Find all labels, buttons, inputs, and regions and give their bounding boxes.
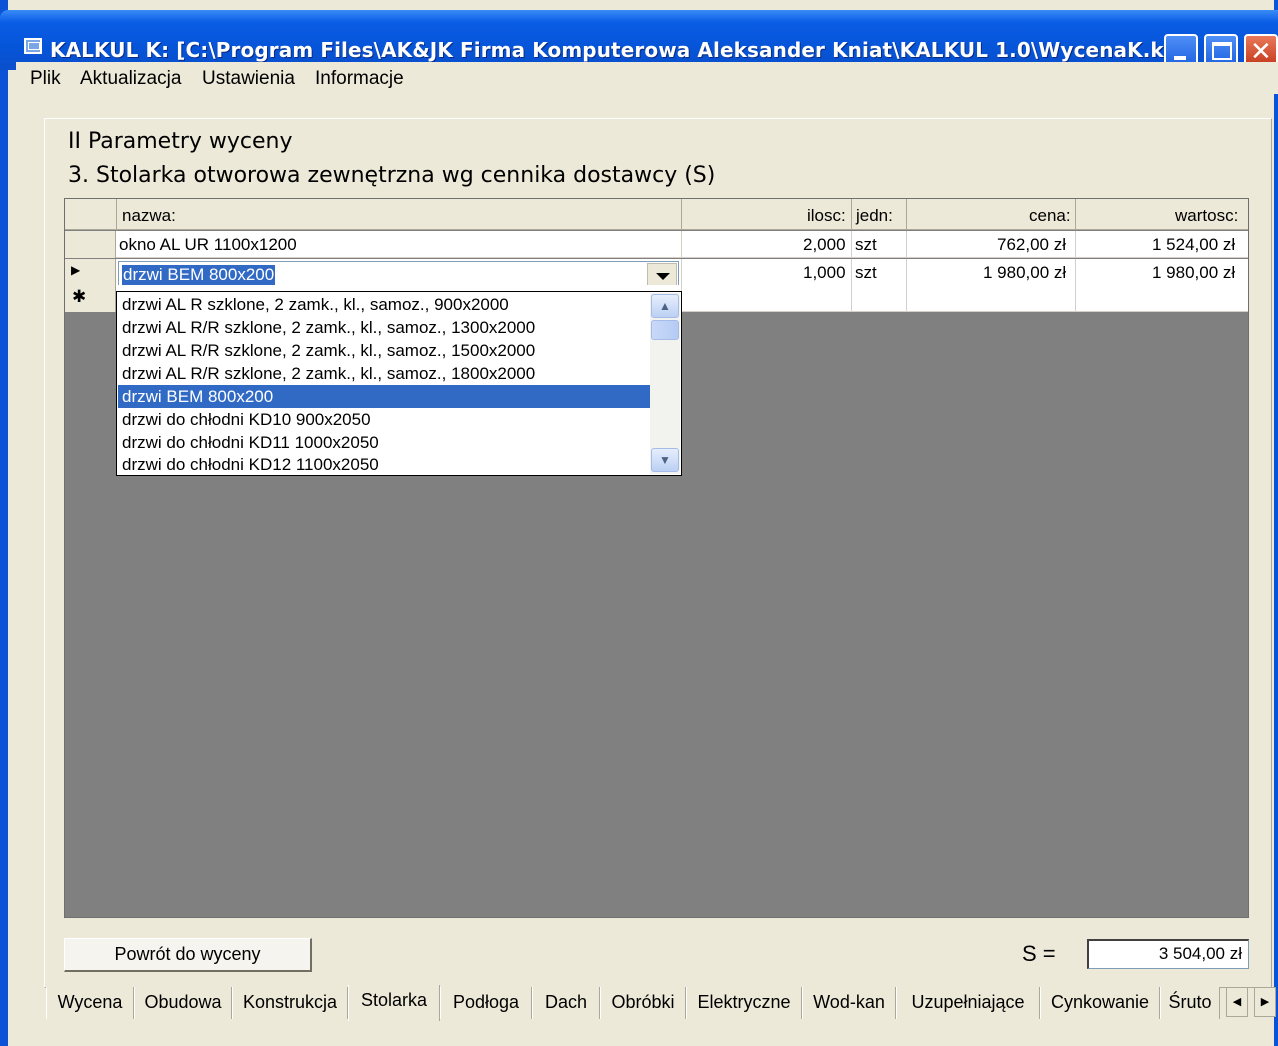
column-header-cena[interactable]: cena: [1029,206,1071,226]
tab-cynkowanie[interactable]: Cynkowanie [1040,987,1160,1019]
dropdown-option-selected[interactable]: drzwi BEM 800x200 [118,385,650,408]
minimize-icon [1174,56,1186,60]
tab-dach[interactable]: Dach [532,987,600,1019]
section-heading: II Parametry wyceny [68,129,293,154]
tab-uzupelniajace[interactable]: Uzupełniające [896,987,1040,1019]
scroll-up-icon[interactable]: ▲ [651,294,679,318]
dropdown-option[interactable]: drzwi do chłodni KD12 1100x2050 [118,453,650,476]
header-divider [116,199,117,230]
sum-value-field: 3 504,00 zł [1087,939,1249,969]
cell-jedn[interactable]: szt [855,263,877,283]
cell-divider [681,259,682,286]
row-selector[interactable]: ▶ [65,259,116,286]
tab-strip: Wycena Obudowa Konstrukcja Stolarka Podł… [44,985,1278,1021]
cell-cena[interactable]: 762,00 zł [997,235,1066,255]
dropdown-option[interactable]: drzwi do chłodni KD10 900x2050 [118,408,650,431]
back-to-valuation-button[interactable]: Powrót do wyceny [64,938,312,972]
cell-divider [906,259,907,286]
tab-scroll-left-icon[interactable]: ◀ [1226,987,1248,1017]
tab-wod-kan[interactable]: Wod-kan [802,987,896,1019]
cell-divider [851,259,852,286]
cell-divider [906,285,907,312]
sum-label: S = [1022,941,1056,966]
cell-divider [1075,231,1076,258]
cell-divider [906,231,907,258]
cell-divider [1075,285,1076,312]
title-bar[interactable]: KALKUL K: [C:\Program Files\AK&JK Firma … [0,10,1278,70]
menu-ustawienia[interactable]: Ustawienia [202,68,295,90]
dropdown-option[interactable]: drzwi do chłodni KD11 1000x2050 [118,431,650,454]
cell-wartosc[interactable]: 1 980,00 zł [1152,263,1235,283]
dropdown-option[interactable]: drzwi AL R/R szklone, 2 zamk., kl., samo… [118,362,650,385]
cell-wartosc[interactable]: 1 524,00 zł [1152,235,1235,255]
header-divider [851,199,852,230]
cell-divider [851,285,852,312]
dropdown-scrollbar[interactable]: ▲ ▼ [650,293,680,474]
row-selector[interactable]: ✱ [65,285,116,312]
tab-stolarka[interactable]: Stolarka [348,985,440,1021]
cell-divider [851,231,852,258]
tab-wycena[interactable]: Wycena [46,987,134,1019]
header-divider [681,199,682,230]
cell-divider [681,231,682,258]
cell-ilosc[interactable]: 2,000 [803,235,846,255]
new-row-star-icon: ✱ [72,287,87,306]
cell-ilosc[interactable]: 1,000 [803,263,846,283]
menu-aktualizacja[interactable]: Aktualizacja [80,68,181,90]
tab-konstrukcja[interactable]: Konstrukcja [232,987,348,1019]
column-header-ilosc[interactable]: ilosc: [807,206,846,226]
table-row-current[interactable]: ▶ drzwi BEM 800x200 1,000 szt 1 980,00 z… [65,259,1248,289]
header-divider [1075,199,1076,230]
tab-obudowa[interactable]: Obudowa [134,987,232,1019]
tab-scroll-right-icon[interactable]: ▶ [1254,987,1276,1017]
grid-header: nazwa: ilosc: jedn: cena: wartosc: [65,199,1248,230]
current-row-arrow-icon: ▶ [71,263,81,277]
header-divider [906,199,907,230]
menu-informacje[interactable]: Informacje [315,68,404,90]
column-header-jedn[interactable]: jedn: [856,206,893,226]
scroll-down-icon[interactable]: ▼ [651,448,679,472]
tab-sruto[interactable]: Śruto [1160,987,1220,1019]
menu-bar: Plik Aktualizacja Ustawienia Informacje [16,62,1278,94]
cell-nazwa[interactable]: okno AL UR 1100x1200 [119,235,297,255]
combobox-dropdown-button[interactable] [647,263,677,287]
table-row[interactable]: okno AL UR 1100x1200 2,000 szt 762,00 zł… [65,231,1248,258]
column-header-wartosc[interactable]: wartosc: [1175,206,1238,226]
cell-jedn[interactable]: szt [855,235,877,255]
app-window: KALKUL K: [C:\Program Files\AK&JK Firma … [0,0,1278,1046]
tab-scroll-arrows: ◀ ▶ [1226,987,1278,1017]
dropdown-option[interactable]: drzwi AL R szklone, 2 zamk., kl., samoz.… [118,293,650,316]
tab-podloga[interactable]: Podłoga [440,987,532,1019]
row-selector[interactable] [65,231,116,258]
dropdown-option[interactable]: drzwi AL R/R szklone, 2 zamk., kl., samo… [118,316,650,339]
cell-cena[interactable]: 1 980,00 zł [983,263,1066,283]
maximize-icon [1212,42,1232,60]
scroll-thumb[interactable] [651,320,679,340]
app-icon[interactable] [24,38,42,54]
section-subheading: 3. Stolarka otworowa zewnętrzna wg cenni… [68,163,716,188]
combobox-value[interactable]: drzwi BEM 800x200 [122,265,276,285]
window-title: KALKUL K: [C:\Program Files\AK&JK Firma … [50,38,1194,62]
menu-plik[interactable]: Plik [30,68,61,90]
nazwa-dropdown-list[interactable]: drzwi AL R szklone, 2 zamk., kl., samoz.… [116,291,682,476]
cell-divider [1075,259,1076,286]
column-header-nazwa[interactable]: nazwa: [122,206,176,226]
dropdown-option[interactable]: drzwi AL R/R szklone, 2 zamk., kl., samo… [118,339,650,362]
tab-obrobki[interactable]: Obróbki [600,987,686,1019]
tab-elektryczne[interactable]: Elektryczne [686,987,802,1019]
